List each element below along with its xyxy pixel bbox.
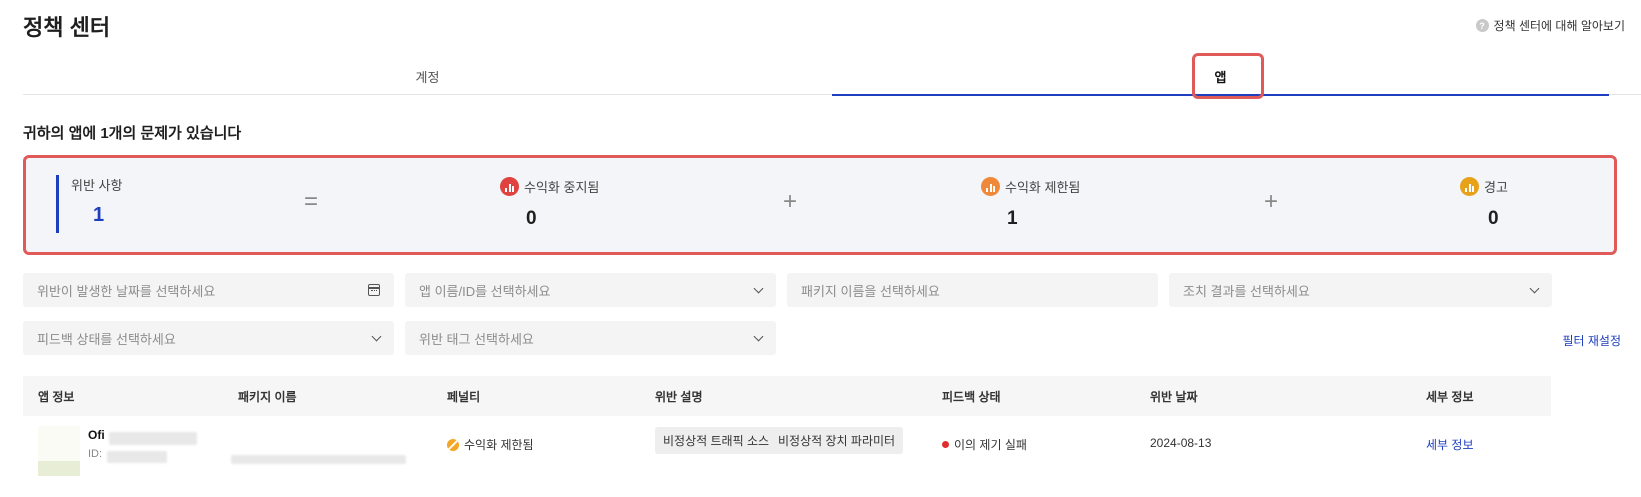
column-header: 위반 날짜 [1150, 389, 1198, 404]
help-link[interactable]: ? 정책 센터에 대해 알아보기 [1475, 17, 1625, 34]
app-filter[interactable]: 앱 이름/ID를 선택하세요 [405, 273, 776, 307]
summary-item-value: 0 [1488, 208, 1499, 229]
summary-item-label: 수익화 제한됨 [1005, 180, 1081, 195]
summary-total-value: 1 [93, 204, 105, 226]
summary-item-restricted: 수익화 제한됨 1 [981, 177, 1080, 230]
chevron-down-icon [1529, 283, 1540, 293]
plus-sign: + [1264, 188, 1279, 215]
tab-account-label: 계정 [415, 70, 440, 85]
feedback-label: 이의 제기 실패 [954, 438, 1027, 452]
app-filter-placeholder: 앱 이름/ID를 선택하세요 [419, 283, 551, 299]
app-thumbnail [38, 426, 80, 476]
summary-item-label: 경고 [1484, 180, 1508, 195]
date-filter-placeholder: 위반이 발생한 날짜를 선택하세요 [37, 283, 216, 299]
issues-heading: 귀하의 앱에 1개의 문제가 있습니다 [23, 125, 242, 142]
feedback-filter-placeholder: 피드백 상태를 선택하세요 [37, 331, 176, 347]
violation-date: 2024-08-13 [1150, 436, 1212, 450]
tab-app-label: 앱 [1214, 70, 1227, 85]
redacted-app-name [109, 432, 197, 445]
app-name: Ofi [88, 428, 105, 442]
column-header: 위반 설명 [655, 389, 703, 404]
chevron-down-icon [753, 283, 764, 293]
app-id: ID: [88, 448, 103, 460]
tab-app[interactable]: 앱 [832, 58, 1609, 96]
bar-chart-icon [1460, 177, 1479, 196]
tab-account[interactable]: 계정 [23, 58, 832, 95]
package-filter[interactable]: 패키지 이름을 선택하세요 [787, 273, 1158, 307]
bar-chart-icon [500, 177, 519, 196]
redacted-app-id [107, 451, 167, 463]
column-header: 피드백 상태 [942, 389, 1001, 404]
plus-sign: + [783, 188, 798, 215]
column-header: 페널티 [447, 389, 481, 404]
penalty-status: 수익화 제한됨 [447, 436, 534, 453]
details-link[interactable]: 세부 정보 [1426, 436, 1474, 453]
action-filter[interactable]: 조치 결과를 선택하세요 [1169, 273, 1552, 307]
bar-chart-icon [981, 177, 1000, 196]
summary-item-label: 수익화 중지됨 [524, 180, 600, 195]
summary-total: 위반 사항 1 [56, 175, 122, 233]
summary-item-warning: 경고 0 [1460, 177, 1508, 230]
summary-item-suspended: 수익화 중지됨 0 [500, 177, 599, 230]
table-row: Ofi ID: 수익화 제한됨 비정상적 트래픽 소스 비정상적 장치 파라미터… [23, 416, 1551, 476]
calendar-icon [368, 284, 380, 296]
summary-total-label: 위반 사항 [71, 178, 123, 193]
chevron-down-icon [371, 331, 382, 341]
redacted-package-name [231, 455, 406, 464]
date-filter[interactable]: 위반이 발생한 날짜를 선택하세요 [23, 273, 394, 307]
summary-item-value: 0 [526, 208, 537, 229]
penalty-label: 수익화 제한됨 [464, 438, 534, 452]
violation-tag: 비정상적 트래픽 소스 [655, 427, 778, 454]
restricted-icon [447, 438, 459, 451]
column-header: 앱 정보 [38, 389, 75, 404]
help-link-label: 정책 센터에 대해 알아보기 [1493, 19, 1625, 33]
feedback-filter[interactable]: 피드백 상태를 선택하세요 [23, 321, 394, 355]
tag-filter-placeholder: 위반 태그 선택하세요 [419, 331, 534, 347]
equals-sign: = [304, 188, 319, 215]
violation-tag: 비정상적 장치 파라미터 [770, 427, 904, 454]
status-dot-icon [942, 441, 949, 448]
column-header: 세부 정보 [1426, 389, 1474, 404]
reset-filters-link[interactable]: 필터 재설정 [1562, 332, 1621, 349]
violation-summary: 위반 사항 1 = 수익화 중지됨 0 + 수익화 제한됨 1 + 경고 0 [23, 155, 1617, 255]
tab-bar: 계정 앱 [23, 58, 1641, 96]
feedback-status: 이의 제기 실패 [942, 436, 1027, 453]
summary-item-value: 1 [1007, 208, 1018, 229]
column-header: 패키지 이름 [238, 389, 297, 404]
chevron-down-icon [753, 331, 764, 341]
active-tab-underline [832, 94, 1609, 96]
tag-filter[interactable]: 위반 태그 선택하세요 [405, 321, 776, 355]
table-header: 앱 정보 패키지 이름 페널티 위반 설명 피드백 상태 위반 날짜 세부 정보 [23, 376, 1551, 416]
question-icon: ? [1475, 19, 1489, 32]
action-filter-placeholder: 조치 결과를 선택하세요 [1183, 283, 1310, 299]
page-title: 정책 센터 [23, 15, 111, 40]
package-filter-placeholder: 패키지 이름을 선택하세요 [801, 283, 940, 299]
